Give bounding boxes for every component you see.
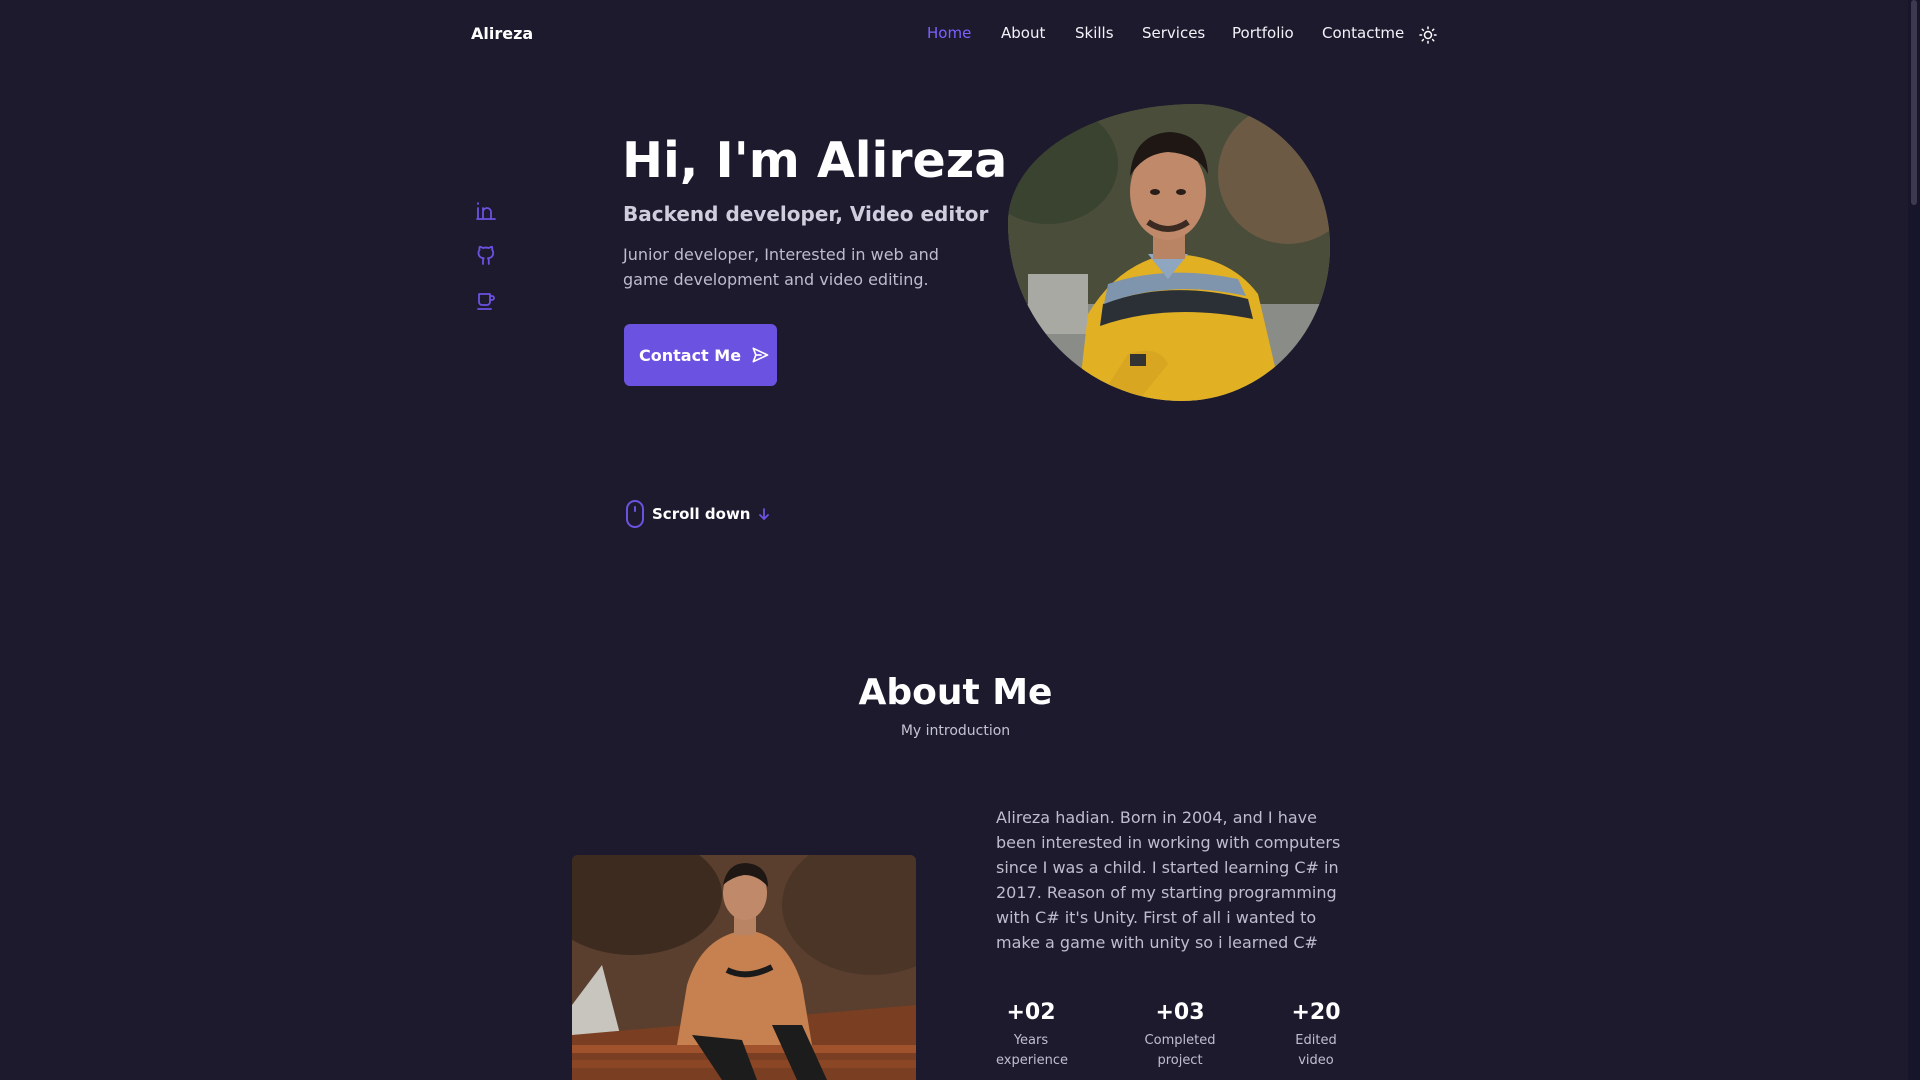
nav-link-home[interactable]: Home xyxy=(927,24,971,42)
nav-link-portfolio[interactable]: Portfolio xyxy=(1232,24,1294,42)
stat-label: Completed project xyxy=(1144,1033,1216,1068)
mouse-icon xyxy=(626,500,644,528)
hero-subtitle: Backend developer, Video editor xyxy=(623,202,989,226)
contact-me-button[interactable]: Contact Me xyxy=(624,324,777,386)
stat-label: Years experience xyxy=(996,1033,1069,1068)
about-text: Alireza hadian. Born in 2004, and I have… xyxy=(996,808,1341,952)
stat-value: +03 xyxy=(1155,1000,1205,1025)
hero-title: Hi, I'm Alireza xyxy=(622,132,1008,189)
stat-label: Edited video xyxy=(1295,1033,1337,1068)
stat-value: +20 xyxy=(1291,1000,1341,1025)
stat-value: +02 xyxy=(1006,1000,1056,1025)
scroll-down-link[interactable]: Scroll down xyxy=(625,499,771,529)
scrollbar-thumb[interactable] xyxy=(1911,0,1917,205)
page-scrollbar[interactable] xyxy=(1908,0,1920,1080)
send-icon xyxy=(752,347,769,363)
portfolio-page: Alireza Home About Skills Services Portf… xyxy=(0,0,1920,1080)
nav-link-contactme[interactable]: Contactme xyxy=(1322,24,1404,42)
coffee-cup-icon[interactable] xyxy=(474,289,498,313)
nav-link-services[interactable]: Services xyxy=(1142,24,1205,42)
scroll-down-label: Scroll down xyxy=(652,505,751,523)
stat-edited-video: +20 Edited video xyxy=(1290,1000,1342,1071)
about-section-title: About Me xyxy=(858,672,1053,713)
stat-completed-project: +03 Completed project xyxy=(1140,1000,1220,1071)
stat-years-experience: +02 Years experience xyxy=(996,1000,1069,1071)
about-section-subtitle: My introduction xyxy=(900,723,1011,739)
contact-me-label: Contact Me xyxy=(639,345,742,365)
github-icon[interactable] xyxy=(474,244,498,268)
sun-icon[interactable] xyxy=(1419,26,1437,44)
nav-link-about[interactable]: About xyxy=(1001,24,1045,42)
brand-logo[interactable]: Alireza xyxy=(471,24,533,43)
linkedin-icon[interactable] xyxy=(474,199,498,223)
hero-description: Junior developer, Interested in web and … xyxy=(623,245,939,289)
about-photo xyxy=(572,855,916,1080)
arrow-down-icon xyxy=(759,508,770,520)
nav-link-skills[interactable]: Skills xyxy=(1075,24,1114,42)
profile-photo xyxy=(1008,104,1330,401)
